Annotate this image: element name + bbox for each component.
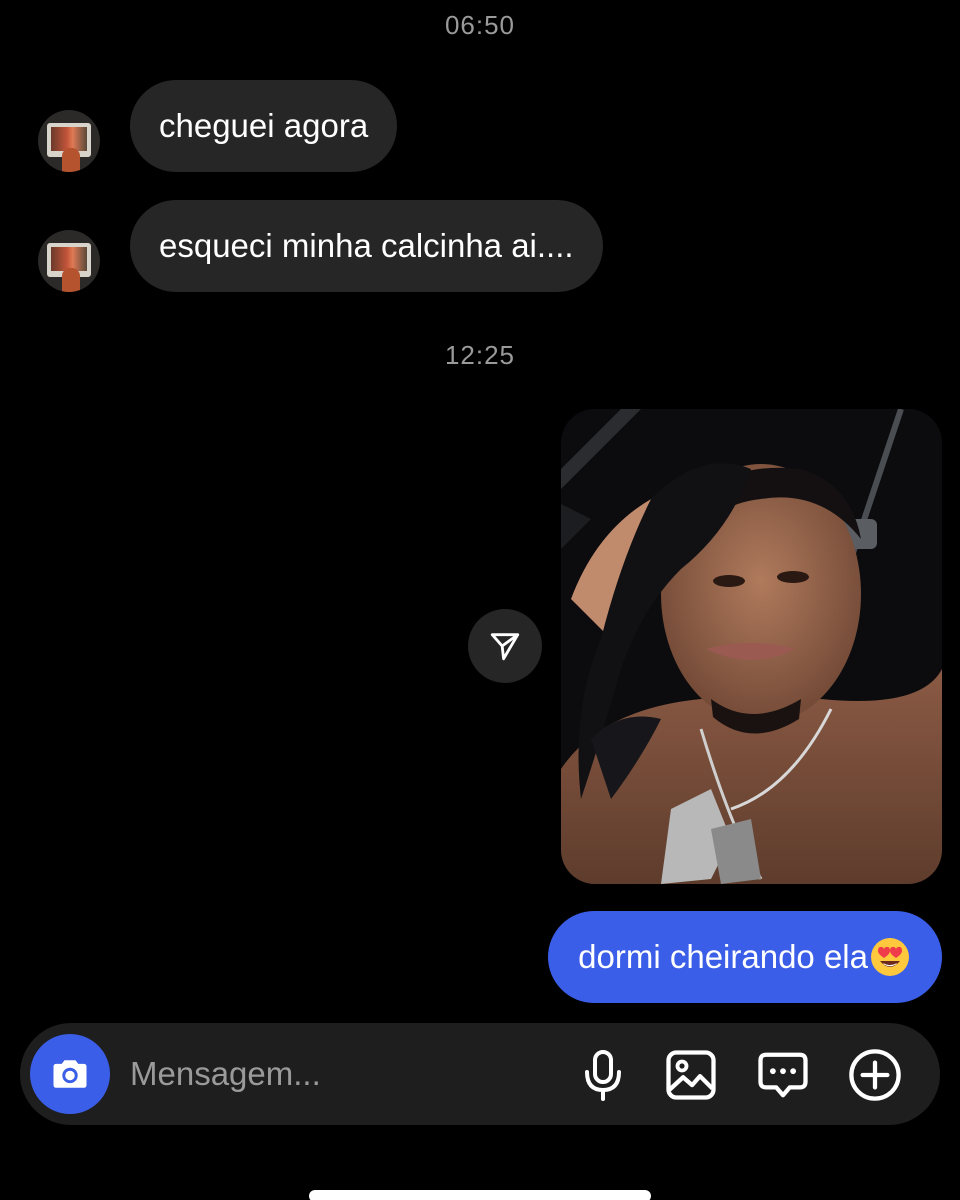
gallery-button[interactable] bbox=[664, 1048, 718, 1102]
sent-photo[interactable] bbox=[561, 409, 942, 884]
incoming-message[interactable]: esqueci minha calcinha ai.... bbox=[130, 200, 603, 292]
microphone-button[interactable] bbox=[576, 1048, 630, 1102]
camera-icon bbox=[53, 1060, 87, 1088]
avatar-figure bbox=[62, 268, 80, 292]
contact-avatar[interactable] bbox=[38, 230, 100, 292]
microphone-icon bbox=[585, 1050, 621, 1101]
avatar-figure bbox=[62, 148, 80, 172]
heart-eyes-emoji-icon bbox=[871, 938, 909, 976]
plus-circle-icon bbox=[849, 1049, 901, 1101]
outgoing-message-text: dormi cheirando ela bbox=[578, 938, 868, 975]
more-options-button[interactable] bbox=[848, 1048, 902, 1102]
share-button[interactable] bbox=[468, 609, 542, 683]
contact-avatar[interactable] bbox=[38, 110, 100, 172]
message-composer bbox=[20, 1023, 940, 1125]
gallery-icon bbox=[666, 1050, 716, 1100]
send-arrow-icon bbox=[490, 633, 520, 661]
chat-screen: 06:50 cheguei agora esqueci minha calcin… bbox=[0, 0, 960, 1200]
home-indicator[interactable] bbox=[309, 1190, 651, 1200]
camera-button[interactable] bbox=[30, 1034, 110, 1114]
timestamp: 12:25 bbox=[444, 340, 516, 370]
outgoing-message[interactable]: dormi cheirando ela bbox=[548, 911, 942, 1003]
incoming-message[interactable]: cheguei agora bbox=[130, 80, 398, 172]
sticker-button[interactable] bbox=[756, 1048, 810, 1102]
photo-image bbox=[561, 409, 942, 884]
message-input[interactable] bbox=[130, 1049, 550, 1099]
timestamp: 06:50 bbox=[444, 10, 516, 40]
chat-bubble-icon bbox=[758, 1052, 808, 1098]
